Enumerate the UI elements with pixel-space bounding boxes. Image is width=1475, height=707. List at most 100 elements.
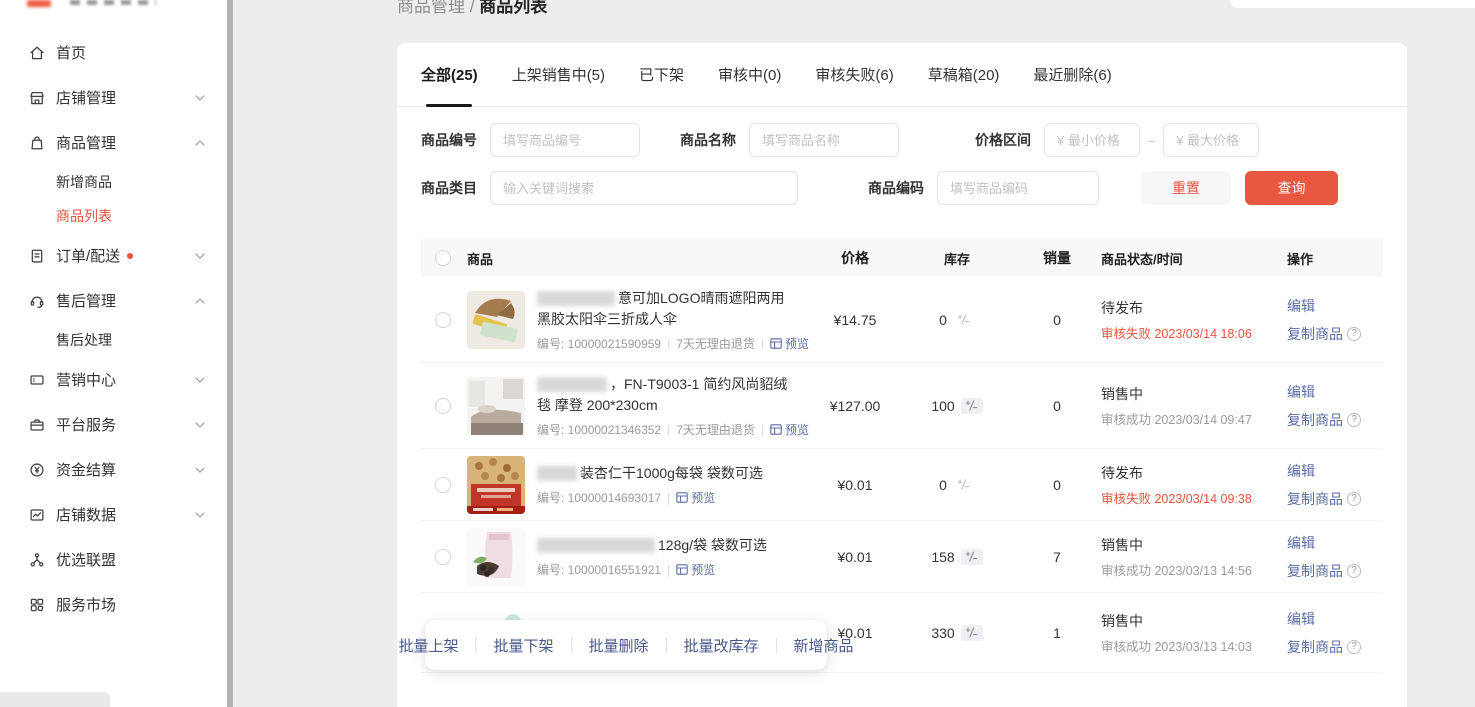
preview-icon <box>676 492 688 503</box>
add-product-button[interactable]: 新增商品 <box>777 635 871 656</box>
stock-value: 158 <box>931 549 954 565</box>
search-button[interactable]: 查询 <box>1245 171 1338 205</box>
bag-icon <box>28 134 46 152</box>
copy-product-link[interactable]: 复制商品? <box>1287 637 1383 657</box>
product-sn-input[interactable] <box>490 123 640 157</box>
help-icon[interactable]: ? <box>1347 327 1361 341</box>
copy-product-link[interactable]: 复制商品? <box>1287 324 1383 344</box>
stock-adjust-icon[interactable] <box>953 477 975 493</box>
status-time: 审核失败 2023/03/14 18:06 <box>1101 323 1287 342</box>
col-product-header: 商品 <box>467 249 493 268</box>
preview-link[interactable]: 预览 <box>676 561 715 578</box>
sidebar-item-aftersales-processing[interactable]: 售后处理 <box>0 323 227 357</box>
tab-on-sale[interactable]: 上架销售中(5) <box>512 43 605 107</box>
clipboard-icon <box>28 247 46 265</box>
status-time: 审核成功 2023/03/14 09:47 <box>1101 409 1287 428</box>
help-icon[interactable]: ? <box>1347 640 1361 654</box>
batch-edit-stock-button[interactable]: 批量改库存 <box>667 635 776 656</box>
sidebar-item-marketing-center[interactable]: 营销中心 <box>0 357 227 402</box>
stock-adjust-icon[interactable] <box>961 398 983 414</box>
sidebar-item-service-market[interactable]: 服务市场 <box>0 582 227 627</box>
product-code-input[interactable] <box>937 171 1099 205</box>
status-time: 审核成功 2023/03/13 14:03 <box>1101 636 1287 655</box>
edit-link[interactable]: 编辑 <box>1287 609 1383 629</box>
table-row: 意可加LOGO晴雨遮阳两用 黑胶太阳伞三折成人伞 编号: 10000021590… <box>421 277 1383 363</box>
batch-delete-button[interactable]: 批量删除 <box>572 635 666 656</box>
copy-product-link[interactable]: 复制商品? <box>1287 489 1383 509</box>
edit-link[interactable]: 编辑 <box>1287 296 1383 316</box>
max-price-input[interactable] <box>1163 123 1259 157</box>
row-checkbox[interactable] <box>435 398 451 414</box>
stock-value: 100 <box>931 398 954 414</box>
sales-value: 0 <box>1053 398 1061 414</box>
product-image <box>467 456 525 514</box>
help-icon[interactable]: ? <box>1347 413 1361 427</box>
price: ¥127.00 <box>830 398 881 414</box>
price: ¥0.01 <box>837 549 872 565</box>
help-icon[interactable]: ? <box>1347 564 1361 578</box>
product-name: 毯 摩登 200*230cm <box>537 395 658 416</box>
price-range-label: 价格区间 <box>975 130 1031 150</box>
copy-product-link[interactable]: 复制商品? <box>1287 410 1383 430</box>
col-price-header: 价格 <box>841 250 869 266</box>
stock-adjust-icon[interactable] <box>961 549 983 565</box>
shop-icon <box>28 89 46 107</box>
tab-review-failed[interactable]: 审核失败(6) <box>815 43 893 107</box>
row-checkbox[interactable] <box>435 477 451 493</box>
table-row: ，FN-T9003-1 简约风尚貂绒 毯 摩登 200*230cm 编号: 10… <box>421 363 1383 449</box>
sidebar-item-home[interactable]: 首页 <box>0 30 227 75</box>
stock-adjust-icon[interactable] <box>953 312 975 328</box>
batch-off-shelf-button[interactable]: 批量下架 <box>476 635 570 656</box>
ticket-icon <box>28 371 46 389</box>
select-all-checkbox[interactable] <box>435 250 451 266</box>
tab-drafts[interactable]: 草稿箱(20) <box>928 43 1000 107</box>
copy-product-link[interactable]: 复制商品? <box>1287 561 1383 581</box>
product-name-input[interactable] <box>749 123 899 157</box>
sidebar-item-label: 首页 <box>56 42 86 63</box>
preview-link[interactable]: 预览 <box>770 335 809 352</box>
sidebar-item-preferred-alliance[interactable]: 优选联盟 <box>0 537 227 582</box>
preview-link[interactable]: 预览 <box>770 421 809 438</box>
sidebar-item-shop-data[interactable]: 店铺数据 <box>0 492 227 537</box>
edit-link[interactable]: 编辑 <box>1287 382 1383 402</box>
reset-button[interactable]: 重置 <box>1141 171 1231 205</box>
batch-on-shelf-button[interactable]: 批量上架 <box>381 635 475 656</box>
tab-under-review[interactable]: 审核中(0) <box>718 43 781 107</box>
status-time: 审核失败 2023/03/14 09:38 <box>1101 488 1287 507</box>
status-badge: 待发布 <box>1101 463 1287 483</box>
product-image <box>467 377 525 435</box>
help-icon[interactable]: ? <box>1347 492 1361 506</box>
stock-value: 0 <box>939 312 947 328</box>
row-checkbox[interactable] <box>435 312 451 328</box>
sidebar-item-funds-settlement[interactable]: 资金结算 <box>0 447 227 492</box>
tab-off-shelf[interactable]: 已下架 <box>639 43 684 107</box>
min-price-input[interactable] <box>1044 123 1140 157</box>
sidebar-item-shop-management[interactable]: 店铺管理 <box>0 75 227 120</box>
sidebar-item-product-list[interactable]: 商品列表 <box>0 199 227 233</box>
edit-link[interactable]: 编辑 <box>1287 533 1383 553</box>
sales-value: 1 <box>1053 625 1061 641</box>
sidebar-item-product-management[interactable]: 商品管理 <box>0 120 227 165</box>
chevron-down-icon <box>195 467 205 473</box>
tab-recently-deleted[interactable]: 最近删除(6) <box>1033 43 1111 107</box>
sidebar-item-orders-delivery[interactable]: 订单/配送 <box>0 233 227 278</box>
product-name: ，FN-T9003-1 简约风尚貂绒 <box>610 374 787 395</box>
breadcrumb-section[interactable]: 商品管理 <box>397 0 465 16</box>
category-input[interactable] <box>490 171 798 205</box>
product-sn: 编号: 10000021590959 <box>537 335 661 352</box>
col-sales-header: 销量 <box>1043 250 1071 266</box>
edit-link[interactable]: 编辑 <box>1287 461 1383 481</box>
preview-link[interactable]: 预览 <box>676 489 715 506</box>
page-title: 商品列表 <box>479 0 547 16</box>
grid-icon <box>28 596 46 614</box>
sidebar-item-platform-services[interactable]: 平台服务 <box>0 402 227 447</box>
stock-adjust-icon[interactable] <box>961 625 983 641</box>
redacted-text <box>537 466 577 481</box>
sidebar-item-add-product[interactable]: 新增商品 <box>0 165 227 199</box>
sidebar-scrollbar[interactable] <box>227 0 233 707</box>
status-badge: 销售中 <box>1101 535 1287 555</box>
sidebar-item-aftersales-management[interactable]: 售后管理 <box>0 278 227 323</box>
price: ¥0.01 <box>837 477 872 493</box>
row-checkbox[interactable] <box>435 549 451 565</box>
tab-all[interactable]: 全部(25) <box>421 43 478 107</box>
